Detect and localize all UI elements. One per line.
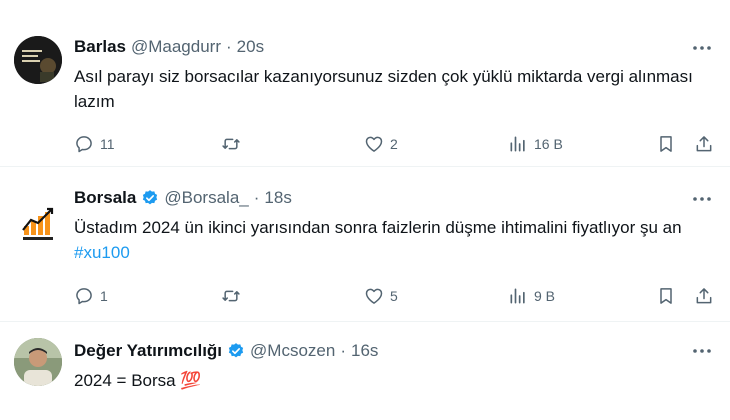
reply-count: 1 (100, 288, 108, 304)
views-button[interactable]: 16 B (508, 132, 563, 156)
tweet-text: Üstadım 2024 ün ikinci yarısından sonra … (74, 215, 714, 265)
like-icon (365, 288, 383, 304)
bookmark-button[interactable] (656, 132, 676, 156)
views-count: 9 B (534, 288, 556, 304)
verified-badge-icon (141, 189, 159, 207)
tweet[interactable]: Barlas @Maagdurr · 20s Asıl parayı siz b… (0, 0, 730, 167)
avatar[interactable] (14, 200, 62, 248)
user-handle[interactable]: @Borsala_ (164, 188, 248, 208)
tweet-header: Borsala @Borsala_ · 18s (74, 188, 292, 208)
share-button[interactable] (694, 132, 714, 156)
avatar[interactable] (14, 338, 62, 386)
user-handle[interactable]: @Maagdurr (131, 37, 221, 57)
like-count: 5 (390, 288, 398, 304)
tweet-body: Üstadım 2024 ün ikinci yarısından sonra … (74, 218, 682, 237)
share-icon (696, 288, 712, 304)
reply-button[interactable]: 11 (74, 132, 115, 156)
reply-count: 11 (100, 136, 115, 152)
views-icon (510, 136, 525, 152)
like-button[interactable]: 5 (364, 284, 398, 308)
tweet[interactable]: Borsala @Borsala_ · 18s Üstadım 2024 ün … (0, 167, 730, 322)
views-button[interactable]: 9 B (508, 284, 555, 308)
retweet-button[interactable] (220, 284, 248, 308)
user-handle[interactable]: @Mcsozen (250, 341, 335, 361)
views-count: 16 B (534, 136, 563, 152)
views-icon (510, 288, 525, 304)
more-icon[interactable] (692, 38, 712, 58)
verified-badge-icon (227, 342, 245, 360)
separator-dot: · (340, 341, 346, 360)
display-name[interactable]: Değer Yatırımcılığı (74, 341, 222, 361)
hashtag-link[interactable]: #xu100 (74, 243, 130, 262)
separator-dot: · (253, 188, 260, 207)
share-button[interactable] (694, 284, 714, 308)
reply-button[interactable]: 1 (74, 284, 108, 308)
bookmark-button[interactable] (656, 284, 676, 308)
bookmark-icon (660, 288, 672, 304)
tweet-body: 2024 = Borsa (74, 371, 181, 390)
tweet-text: 2024 = Borsa 💯 (74, 368, 714, 393)
tweet-text: Asıl parayı siz borsacılar kazanıyorsunu… (74, 67, 693, 111)
display-name[interactable]: Barlas (74, 37, 126, 57)
like-count: 2 (390, 136, 398, 152)
tweet-actions: 1 5 9 B (74, 284, 724, 308)
tweet[interactable]: Değer Yatırımcılığı @Mcsozen · 16s 2024 … (0, 322, 730, 420)
more-icon[interactable] (692, 341, 712, 361)
avatar[interactable] (14, 36, 62, 84)
tweet-header: Değer Yatırımcılığı @Mcsozen · 16s (74, 341, 378, 361)
display-name[interactable]: Borsala (74, 188, 136, 208)
reply-icon (76, 136, 92, 153)
timestamp[interactable]: 16s (351, 341, 378, 361)
like-button[interactable]: 2 (364, 132, 398, 156)
timestamp[interactable]: 18s (264, 188, 291, 208)
bookmark-icon (660, 136, 672, 152)
share-icon (696, 136, 712, 152)
hundred-points-emoji: 💯 (180, 371, 202, 390)
reply-icon (76, 288, 92, 305)
tweet-header: Barlas @Maagdurr · 20s (74, 37, 264, 57)
more-icon[interactable] (692, 189, 712, 209)
separator-dot: · (226, 37, 232, 56)
retweet-icon (222, 138, 240, 150)
timestamp[interactable]: 20s (237, 37, 264, 57)
retweet-button[interactable] (220, 132, 248, 156)
tweet-actions: 11 2 16 B (74, 132, 724, 156)
retweet-icon (222, 290, 240, 302)
like-icon (365, 136, 383, 152)
